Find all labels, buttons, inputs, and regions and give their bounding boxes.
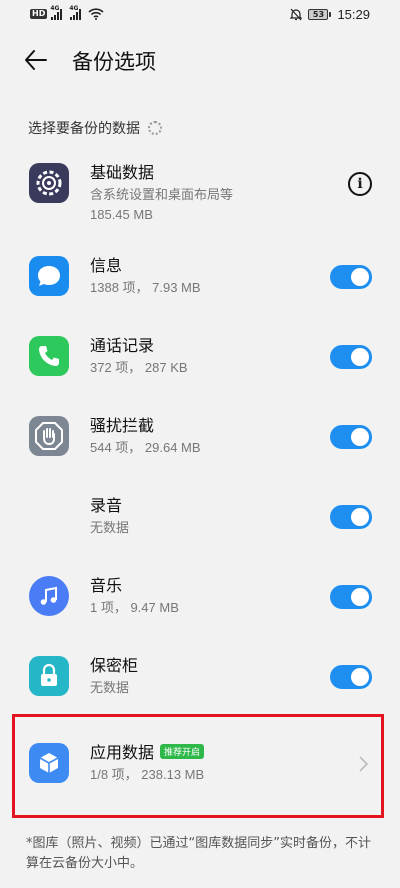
item-subtitle: 544 项， 29.64 MB	[90, 440, 201, 455]
loading-spinner-icon	[148, 121, 162, 135]
list-item-call-log[interactable]: 通话记录 372 项， 287 KB	[0, 323, 400, 403]
item-subtitle: 无数据	[90, 520, 130, 535]
item-title: 音乐	[90, 576, 123, 595]
recordings-toggle[interactable]	[330, 505, 372, 529]
app-header: 备份选项	[0, 38, 400, 82]
page-title: 备份选项	[72, 50, 156, 74]
item-subtitle: 含系统设置和桌面布局等	[90, 187, 234, 202]
section-title-label: 选择要备份的数据	[28, 121, 140, 137]
harassment-block-toggle[interactable]	[330, 425, 372, 449]
item-subtitle: 无数据	[90, 680, 130, 695]
footnote: *图库（照片、视频）已通过“图库数据同步”实时备份，不计算在云备份大小中。	[26, 836, 371, 871]
list-item-music[interactable]: 音乐 1 项， 9.47 MB	[0, 563, 400, 643]
status-time: 15:29	[337, 7, 370, 22]
battery-level: 53	[308, 9, 329, 20]
messages-toggle[interactable]	[330, 265, 372, 289]
item-title: 通话记录	[90, 336, 155, 355]
item-size: 185.45 MB	[90, 207, 153, 222]
status-left: HD 4G 4G	[30, 5, 104, 20]
list-item-basic-data[interactable]: 基础数据 含系统设置和桌面布局等 185.45 MB i	[0, 150, 400, 230]
back-arrow-icon[interactable]	[22, 46, 50, 74]
soundwave-icon	[29, 496, 69, 536]
list-item-harassment-block[interactable]: 骚扰拦截 544 项， 29.64 MB	[0, 403, 400, 483]
list-item-safe[interactable]: 保密柜 无数据	[0, 643, 400, 723]
item-title: 保密柜	[90, 656, 139, 675]
music-note-icon	[29, 576, 69, 616]
signal-icon: 4G	[50, 5, 63, 20]
info-icon[interactable]: i	[348, 172, 372, 196]
music-toggle[interactable]	[330, 585, 372, 609]
item-title: 信息	[90, 256, 123, 275]
wifi-icon	[88, 8, 104, 20]
list-item-recordings[interactable]: 录音 无数据	[0, 483, 400, 563]
section-title: 选择要备份的数据	[28, 118, 162, 138]
item-title: 基础数据	[90, 163, 155, 182]
status-right: 53 15:29	[290, 7, 370, 22]
item-title: 骚扰拦截	[90, 416, 155, 435]
hd-badge: HD	[30, 9, 48, 19]
item-subtitle: 1 项， 9.47 MB	[90, 600, 179, 615]
call-log-toggle[interactable]	[330, 345, 372, 369]
item-title: 录音	[90, 496, 123, 515]
phone-icon	[29, 336, 69, 376]
signal-icon: 4G	[69, 5, 82, 20]
gear-icon	[29, 163, 69, 203]
item-subtitle: 372 项， 287 KB	[90, 360, 188, 375]
highlight-box	[12, 714, 384, 818]
status-bar: HD 4G 4G 53 15:29	[0, 0, 400, 30]
block-hand-icon	[29, 416, 69, 456]
message-icon	[29, 256, 69, 296]
safe-toggle[interactable]	[330, 665, 372, 689]
mute-bell-icon	[290, 8, 303, 21]
list-item-messages[interactable]: 信息 1388 项， 7.93 MB	[0, 243, 400, 323]
item-subtitle: 1388 项， 7.93 MB	[90, 280, 201, 295]
battery-icon: 53	[308, 9, 332, 20]
lock-icon	[29, 656, 69, 696]
